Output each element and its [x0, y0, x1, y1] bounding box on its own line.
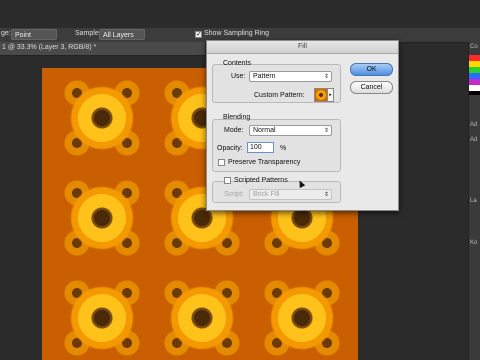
- chevron-updown-icon: ⇕: [323, 74, 329, 80]
- opacity-unit: %: [280, 145, 287, 152]
- scripted-patterns-checkbox[interactable]: [224, 177, 231, 184]
- sample-label: Sample:: [75, 30, 101, 37]
- pattern-picker-arrow-icon[interactable]: ▸: [327, 88, 334, 102]
- panel-label-color: Co: [470, 44, 478, 50]
- swatches-panel[interactable]: [469, 55, 480, 95]
- use-select[interactable]: Pattern ⇕: [249, 71, 332, 82]
- script-select-value: Brick Fill: [253, 191, 280, 198]
- fill-dialog-title: Fill: [207, 41, 398, 54]
- panel-label-adjust-2: Ad: [470, 137, 478, 143]
- panel-label-layers: La: [470, 198, 477, 204]
- document-tab[interactable]: 1 @ 33.3% (Layer 3, RGB/8) *: [0, 42, 205, 56]
- script-label: Script:: [224, 191, 244, 198]
- chevron-updown-icon: ⇕: [323, 192, 329, 198]
- preserve-transparency-label: Preserve Transparency: [228, 159, 301, 166]
- mode-select[interactable]: Normal ⇕: [249, 125, 332, 136]
- cancel-button[interactable]: Cancel: [350, 81, 393, 94]
- custom-pattern-label: Custom Pattern:: [254, 92, 305, 99]
- use-select-value: Pattern: [253, 73, 276, 80]
- sample-value: All Layers: [103, 32, 134, 39]
- opacity-input[interactable]: 100: [247, 142, 274, 153]
- ok-button[interactable]: OK: [350, 63, 393, 76]
- preserve-transparency-checkbox[interactable]: [218, 159, 225, 166]
- panel-label-other: Ko: [470, 240, 478, 246]
- panel-label-adjust-1: Ad: [470, 122, 478, 128]
- opacity-label: Opacity:: [217, 145, 243, 152]
- sample-size-select[interactable]: Point Sample: [11, 29, 57, 50]
- mode-label: Mode:: [224, 127, 244, 134]
- pattern-swatch[interactable]: [314, 88, 328, 102]
- document-tab-title: 1 @ 33.3% (Layer 3, RGB/8) *: [2, 44, 97, 51]
- scripted-patterns-label: Scripted Patterns: [234, 177, 288, 184]
- chevron-updown-icon: ⇕: [323, 128, 329, 134]
- mode-select-value: Normal: [253, 127, 276, 134]
- blending-group-title: Blending: [223, 114, 251, 121]
- sampling-ring-label: Show Sampling Ring: [204, 30, 269, 37]
- sample-size-label: ge:: [1, 30, 11, 37]
- sampling-ring-checkbox[interactable]: ✓: [195, 31, 202, 38]
- contents-group-title: Contents: [223, 60, 252, 67]
- sample-select[interactable]: All Layers: [99, 29, 145, 40]
- use-label: Use:: [231, 73, 246, 80]
- script-select[interactable]: Brick Fill ⇕: [249, 189, 332, 200]
